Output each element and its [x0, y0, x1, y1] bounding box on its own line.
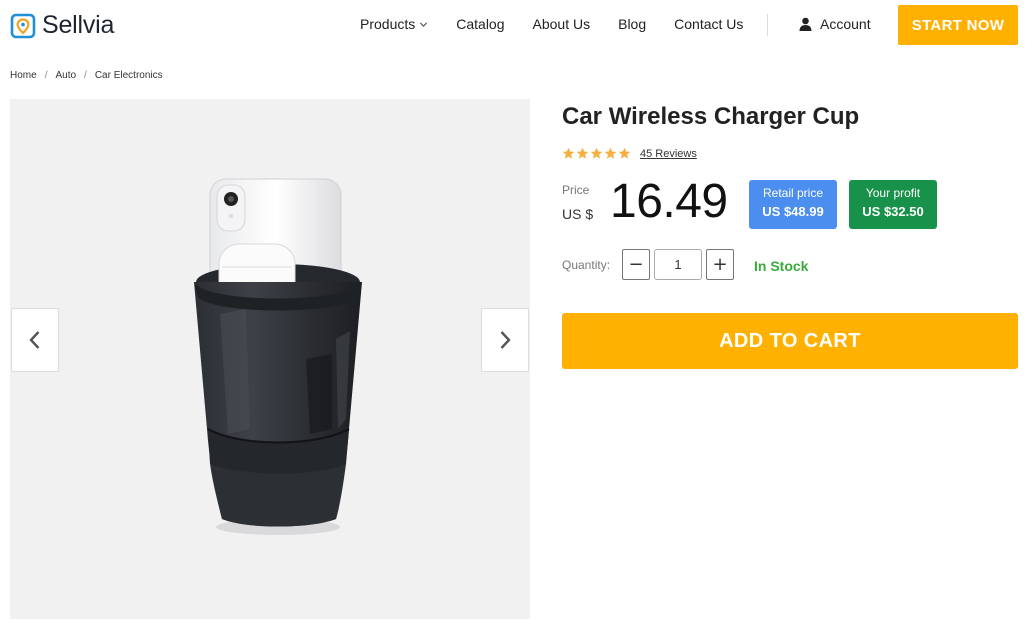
breadcrumb-home[interactable]: Home: [10, 70, 37, 81]
price-value: 16.49: [610, 175, 728, 228]
retail-price-badge: Retail price US $48.99: [749, 180, 837, 229]
gallery-prev-button[interactable]: [11, 308, 59, 372]
star-icon: [590, 147, 603, 159]
breadcrumb-auto[interactable]: Auto: [55, 70, 76, 81]
start-now-button[interactable]: START NOW: [898, 5, 1018, 45]
nav-blog-label: Blog: [618, 16, 647, 32]
profit-label: Your profit: [865, 186, 921, 200]
reviews-link[interactable]: 45 Reviews: [640, 148, 697, 160]
nav-products-label: Products: [360, 16, 416, 32]
star-icon: [576, 147, 589, 159]
star-icon: [604, 147, 617, 159]
nav-divider: [767, 14, 768, 36]
star-icon: [618, 147, 631, 159]
nav-catalog[interactable]: Catalog: [456, 16, 504, 32]
breadcrumb-separator: /: [84, 70, 87, 81]
account-link[interactable]: Account: [799, 16, 871, 32]
product-title: Car Wireless Charger Cup: [562, 103, 860, 130]
nav-contact-us[interactable]: Contact Us: [674, 16, 743, 32]
nav-blog[interactable]: Blog: [618, 16, 646, 32]
product-gallery: [10, 99, 530, 619]
profit-badge: Your profit US $32.50: [849, 180, 937, 229]
price-currency: US $: [562, 206, 594, 222]
account-label: Account: [820, 16, 871, 32]
quantity-label: Quantity:: [562, 258, 611, 272]
nav-products[interactable]: Products: [360, 16, 428, 32]
quantity-input[interactable]: [654, 249, 702, 280]
quantity-decrease-button[interactable]: −: [622, 249, 650, 280]
site-header: Sellvia Products Catalog About Us Blog C…: [0, 0, 1034, 52]
retail-price-label: Retail price: [762, 186, 824, 200]
rating-stars: [562, 147, 631, 160]
retail-price-value: US $48.99: [762, 204, 824, 219]
breadcrumb: Home / Auto / Car Electronics: [10, 70, 163, 81]
quantity-increase-button[interactable]: +: [706, 249, 734, 280]
main-nav: Products Catalog About Us Blog Contact U…: [360, 16, 743, 32]
breadcrumb-car-electronics[interactable]: Car Electronics: [95, 70, 163, 81]
add-to-cart-button[interactable]: ADD TO CART: [562, 313, 1018, 369]
gallery-next-button[interactable]: [481, 308, 529, 372]
chevron-down-icon: [420, 22, 428, 27]
star-icon: [562, 147, 575, 159]
product-rating: 45 Reviews: [562, 147, 697, 160]
nav-about-us[interactable]: About Us: [533, 16, 591, 32]
nav-about-us-label: About Us: [532, 16, 591, 32]
nav-contact-us-label: Contact Us: [674, 16, 744, 32]
nav-catalog-label: Catalog: [456, 16, 505, 32]
user-icon: [799, 17, 812, 31]
brand-logo[interactable]: Sellvia: [10, 11, 114, 40]
chevron-right-icon: [500, 331, 511, 349]
profit-value: US $32.50: [862, 204, 924, 219]
chevron-left-icon: [29, 331, 40, 349]
breadcrumb-separator: /: [44, 70, 48, 81]
brand-name: Sellvia: [42, 11, 115, 39]
price-label: Price: [562, 183, 590, 197]
stock-status: In Stock: [754, 258, 809, 274]
map-pin-logo-icon: [10, 13, 36, 38]
product-image: [194, 178, 362, 535]
